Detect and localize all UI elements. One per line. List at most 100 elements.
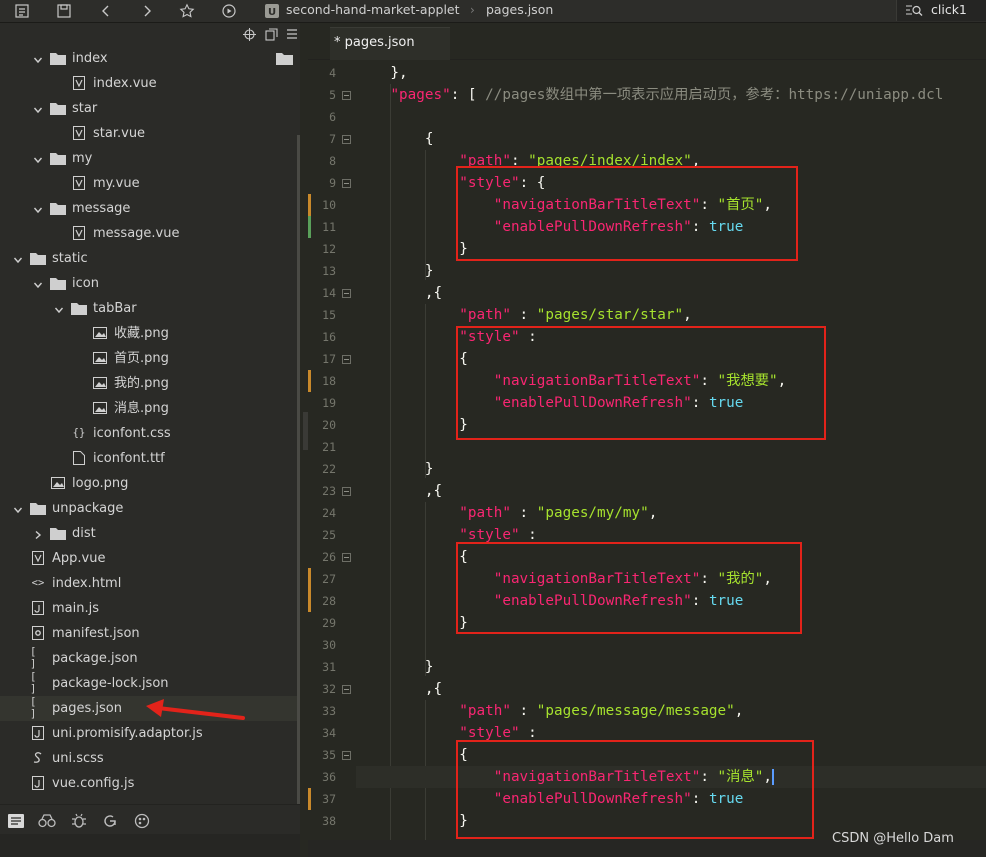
tree-item[interactable]: unpackage: [0, 496, 297, 521]
collapse-all-icon[interactable]: [265, 28, 278, 41]
tree-item[interactable]: star: [0, 96, 297, 121]
chevron-down-icon[interactable]: [33, 104, 43, 114]
chevron-down-icon[interactable]: [33, 204, 43, 214]
change-marker: [308, 590, 311, 612]
chevron-down-icon[interactable]: [33, 279, 43, 289]
explorer-scrollbar[interactable]: [297, 135, 300, 825]
chevron-down-icon[interactable]: [33, 154, 43, 164]
menu-icon[interactable]: [286, 28, 298, 40]
fold-toggle-icon[interactable]: [342, 487, 351, 496]
back-icon[interactable]: [96, 1, 116, 21]
tree-item-label: static: [52, 251, 88, 266]
code-line[interactable]: }: [356, 260, 986, 282]
chevron-down-icon[interactable]: [13, 254, 23, 264]
tree-item[interactable]: message.vue: [0, 221, 297, 246]
tree-item[interactable]: App.vue: [0, 546, 297, 571]
save-icon[interactable]: [54, 1, 74, 21]
code-line[interactable]: ,{: [356, 282, 986, 304]
tree-item[interactable]: index: [0, 46, 297, 71]
css-file-icon: {}: [72, 427, 86, 439]
tree-item[interactable]: uni.scss: [0, 746, 297, 771]
code-line[interactable]: }: [356, 458, 986, 480]
chevron-down-icon[interactable]: [13, 504, 23, 514]
tree-item[interactable]: main.js: [0, 596, 297, 621]
line-number: 4: [329, 66, 336, 80]
new-folder-icon[interactable]: [276, 52, 293, 69]
fold-toggle-icon[interactable]: [342, 685, 351, 694]
manifest-file-icon: [30, 626, 46, 640]
code-line[interactable]: "path" : "pages/my/my",: [356, 502, 986, 524]
chevron-right-icon[interactable]: [33, 529, 43, 540]
code-line[interactable]: ,{: [356, 480, 986, 502]
tree-item[interactable]: my: [0, 146, 297, 171]
tree-item[interactable]: index.vue: [0, 71, 297, 96]
code-line[interactable]: ,{: [356, 678, 986, 700]
chevron-down-icon[interactable]: [33, 54, 43, 64]
tree-item[interactable]: 首页.png: [0, 346, 297, 371]
tree-item[interactable]: message: [0, 196, 297, 221]
tab-pages-json[interactable]: * pages.json: [330, 27, 450, 60]
bug-icon[interactable]: [70, 812, 88, 830]
breadcrumb-file[interactable]: pages.json: [486, 0, 553, 22]
fold-toggle-icon[interactable]: [342, 355, 351, 364]
tree-item[interactable]: dist: [0, 521, 297, 546]
fold-toggle-icon[interactable]: [342, 553, 351, 562]
code-line[interactable]: [356, 106, 986, 128]
vue-file-icon: [30, 551, 46, 565]
source-control-icon[interactable]: [101, 812, 119, 830]
tree-item[interactable]: 我的.png: [0, 371, 297, 396]
fold-toggle-icon[interactable]: [342, 289, 351, 298]
forward-icon[interactable]: [137, 1, 157, 21]
plugin-icon[interactable]: [133, 812, 151, 830]
tree-item[interactable]: icon: [0, 271, 297, 296]
code-line[interactable]: }: [356, 656, 986, 678]
svg-text:U: U: [268, 7, 276, 18]
line-number: 10: [322, 198, 336, 212]
tree-item[interactable]: [ ] package.json: [0, 646, 297, 671]
chevron-down-icon[interactable]: [54, 304, 64, 314]
fold-toggle-icon[interactable]: [342, 135, 351, 144]
tab-label: * pages.json: [334, 35, 415, 50]
code-line[interactable]: "path" : "pages/star/star",: [356, 304, 986, 326]
run-icon[interactable]: [219, 1, 239, 21]
fold-toggle-icon[interactable]: [342, 91, 351, 100]
tree-item[interactable]: static: [0, 246, 297, 271]
json-file-icon: [ ]: [30, 671, 37, 695]
project-explorer: index index.vue star star.vue my my.vue messag…: [0, 23, 300, 857]
highlight-box-index-style: [456, 166, 798, 261]
line-number: 19: [322, 396, 336, 410]
fold-toggle-icon[interactable]: [342, 179, 351, 188]
line-number: 28: [322, 594, 336, 608]
code-line[interactable]: "path" : "pages/message/message",: [356, 700, 986, 722]
tree-item[interactable]: my.vue: [0, 171, 297, 196]
code-line[interactable]: "pages": [ //pages数组中第一项表示应用启动页，参考：https…: [356, 84, 986, 106]
debug-icon[interactable]: [38, 812, 56, 830]
tree-item[interactable]: manifest.json: [0, 621, 297, 646]
file-explorer-icon[interactable]: [7, 812, 25, 830]
code-line[interactable]: },: [356, 62, 986, 84]
locate-icon[interactable]: [243, 28, 256, 41]
tree-item[interactable]: vue.config.js: [0, 771, 297, 796]
code-line[interactable]: [356, 634, 986, 656]
code-line[interactable]: {: [356, 128, 986, 150]
breadcrumb-project[interactable]: second-hand-market-applet: [286, 0, 460, 22]
change-marker: [308, 788, 311, 810]
star-icon[interactable]: [177, 1, 197, 21]
tree-item[interactable]: iconfont.ttf: [0, 446, 297, 471]
tree-item[interactable]: {} iconfont.css: [0, 421, 297, 446]
html-file-icon: <>: [31, 577, 45, 589]
tree-item-label: main.js: [52, 601, 99, 616]
tree-item[interactable]: 收藏.png: [0, 321, 297, 346]
tree-item[interactable]: <> index.html: [0, 571, 297, 596]
tree-item-label: my.vue: [93, 176, 140, 191]
fold-toggle-icon[interactable]: [342, 751, 351, 760]
line-number: 15: [322, 308, 336, 322]
tree-item[interactable]: logo.png: [0, 471, 297, 496]
tree-item[interactable]: star.vue: [0, 121, 297, 146]
tree-item[interactable]: tabBar: [0, 296, 297, 321]
tree-item[interactable]: 消息.png: [0, 396, 297, 421]
search-box[interactable]: click1: [896, 0, 986, 21]
folder-tree-icon[interactable]: [12, 1, 32, 21]
search-input[interactable]: click1: [931, 0, 967, 20]
tree-item-label: index.html: [52, 576, 122, 591]
